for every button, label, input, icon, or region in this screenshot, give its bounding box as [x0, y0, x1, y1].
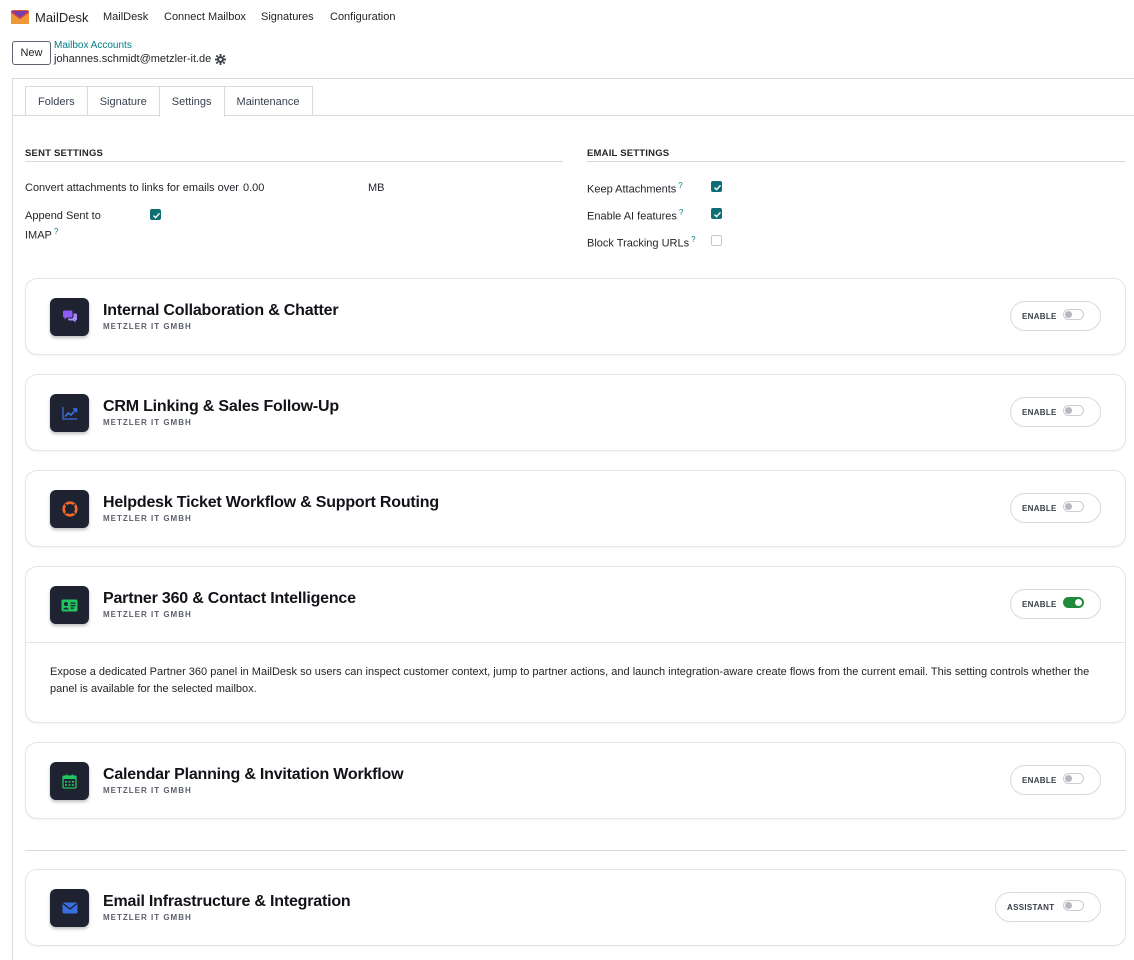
assistant-toggle-email-infrastructure[interactable]: ASSISTANT	[995, 892, 1101, 922]
append-sent-imap-label: Append Sent to IMAP?	[25, 209, 101, 244]
record-name: johannes.schmidt@metzler-it.de	[54, 53, 212, 65]
maildesk-logo-icon[interactable]	[11, 10, 29, 24]
append-sent-label-text: IMAP	[25, 229, 52, 242]
menu-signatures[interactable]: Signatures	[261, 11, 314, 23]
toggle-switch[interactable]	[1063, 597, 1084, 608]
enable-ai-checkbox[interactable]	[711, 208, 722, 219]
toggle-switch[interactable]	[1063, 405, 1084, 416]
feature-card-internal-collaboration: Internal Collaboration & Chatter METZLER…	[25, 278, 1126, 355]
toggle-switch[interactable]	[1063, 900, 1084, 911]
feature-card-email-infrastructure: Email Infrastructure & Integration METZL…	[25, 869, 1126, 946]
append-sent-label-line1: Append Sent to	[25, 210, 101, 222]
header-divider	[12, 78, 1134, 79]
email-settings-divider	[587, 161, 1125, 162]
sent-settings-divider	[25, 161, 563, 162]
notebook-tabs: Folders Signature Settings Maintenance	[25, 86, 313, 117]
feature-card-calendar: Calendar Planning & Invitation Workflow …	[25, 742, 1126, 819]
app-name[interactable]: MailDesk	[35, 10, 88, 25]
block-tracking-label: Block Tracking URLs?	[587, 235, 696, 250]
card-title: Email Infrastructure & Integration	[103, 893, 351, 910]
enable-toggle-internal-collaboration[interactable]: ENABLE	[1010, 301, 1101, 331]
append-sent-label-line2: IMAP?	[25, 224, 101, 244]
enable-toggle-helpdesk[interactable]: ENABLE	[1010, 493, 1101, 523]
card-company: METZLER IT GMBH	[103, 913, 192, 922]
keep-attachments-label: Keep Attachments?	[587, 181, 683, 196]
card-title: Calendar Planning & Invitation Workflow	[103, 766, 404, 783]
feature-card-helpdesk: Helpdesk Ticket Workflow & Support Routi…	[25, 470, 1126, 547]
checkmark-icon	[153, 212, 161, 219]
enable-toggle-partner-360[interactable]: ENABLE	[1010, 589, 1101, 619]
calendar-icon	[50, 762, 89, 800]
menu-maildesk[interactable]: MailDesk	[103, 11, 148, 23]
toggle-switch[interactable]	[1063, 773, 1084, 784]
sent-settings-title: SENT SETTINGS	[25, 148, 104, 159]
tab-settings[interactable]: Settings	[158, 86, 225, 117]
help-icon[interactable]: ?	[679, 208, 683, 217]
toggle-label: ENABLE	[1022, 407, 1057, 417]
block-tracking-checkbox[interactable]	[711, 235, 722, 246]
card-title: CRM Linking & Sales Follow-Up	[103, 398, 339, 415]
gear-icon[interactable]	[215, 54, 226, 65]
tab-folders[interactable]: Folders	[25, 86, 88, 116]
contact-card-icon	[50, 586, 89, 624]
append-sent-imap-checkbox[interactable]	[150, 209, 161, 220]
toggle-label: ENABLE	[1022, 775, 1057, 785]
feature-card-partner-360: Partner 360 & Contact Intelligence METZL…	[25, 566, 1126, 723]
card-company: METZLER IT GMBH	[103, 418, 192, 427]
form-sheet-border	[12, 78, 13, 960]
help-icon[interactable]: ?	[54, 227, 58, 236]
checkmark-icon	[714, 184, 722, 191]
enable-ai-label: Enable AI features?	[587, 208, 683, 223]
top-navbar: MailDesk MailDesk Connect Mailbox Signat…	[0, 0, 1134, 34]
convert-attachments-label: Convert attachments to links for emails …	[25, 182, 239, 194]
checkmark-icon	[714, 211, 722, 218]
toggle-label: ENABLE	[1022, 311, 1057, 321]
enable-toggle-crm-linking[interactable]: ENABLE	[1010, 397, 1101, 427]
card-divider	[26, 642, 1125, 643]
card-description: Expose a dedicated Partner 360 panel in …	[50, 666, 1090, 695]
card-title: Internal Collaboration & Chatter	[103, 302, 339, 319]
toggle-switch[interactable]	[1063, 309, 1084, 320]
tab-maintenance[interactable]: Maintenance	[223, 86, 313, 116]
card-company: METZLER IT GMBH	[103, 322, 192, 331]
trend-chart-icon	[50, 394, 89, 432]
feature-card-crm-linking: CRM Linking & Sales Follow-Up METZLER IT…	[25, 374, 1126, 451]
enable-toggle-calendar[interactable]: ENABLE	[1010, 765, 1101, 795]
help-icon[interactable]: ?	[691, 235, 695, 244]
chat-icon	[50, 298, 89, 336]
new-button[interactable]: New	[12, 41, 51, 65]
enable-ai-text: Enable AI features	[587, 210, 677, 223]
convert-attachments-input[interactable]: 0.00	[243, 182, 264, 194]
card-company: METZLER IT GMBH	[103, 610, 192, 619]
keep-attachments-checkbox[interactable]	[711, 181, 722, 192]
menu-connect-mailbox[interactable]: Connect Mailbox	[164, 11, 246, 23]
email-settings-title: EMAIL SETTINGS	[587, 148, 670, 159]
menu-configuration[interactable]: Configuration	[330, 11, 395, 23]
toggle-label: ENABLE	[1022, 503, 1057, 513]
keep-attachments-text: Keep Attachments	[587, 183, 677, 196]
convert-attachments-unit: MB	[368, 182, 385, 194]
block-tracking-text: Block Tracking URLs	[587, 237, 690, 250]
card-company: METZLER IT GMBH	[103, 514, 192, 523]
card-company: METZLER IT GMBH	[103, 786, 192, 795]
help-icon[interactable]: ?	[678, 181, 682, 190]
section-separator	[25, 850, 1126, 851]
toggle-label: ENABLE	[1022, 599, 1057, 609]
tab-signature[interactable]: Signature	[86, 86, 160, 116]
card-title: Partner 360 & Contact Intelligence	[103, 590, 356, 607]
toggle-switch[interactable]	[1063, 501, 1084, 512]
card-title: Helpdesk Ticket Workflow & Support Routi…	[103, 494, 439, 511]
breadcrumb-mailbox-accounts[interactable]: Mailbox Accounts	[54, 40, 132, 51]
envelope-icon	[50, 889, 89, 927]
toggle-label: ASSISTANT	[1007, 902, 1055, 912]
lifebuoy-icon	[50, 490, 89, 528]
